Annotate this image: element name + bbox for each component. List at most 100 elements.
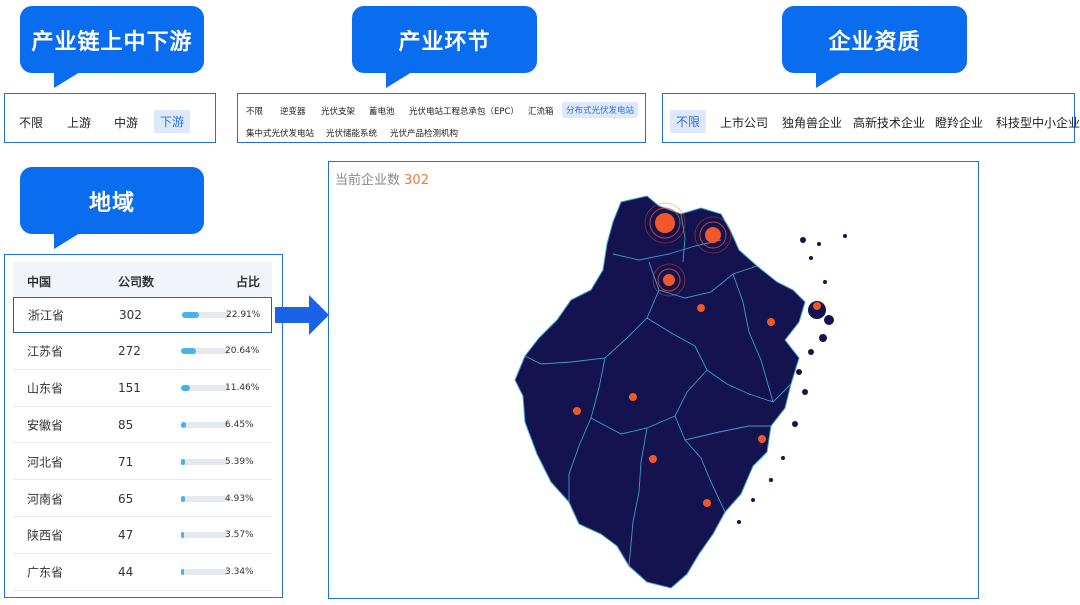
- ratio-bar: [182, 312, 230, 318]
- region-table-header: 中国 公司数 占比: [13, 262, 272, 298]
- zhejiang-map[interactable]: [329, 162, 977, 597]
- qualification-option-any[interactable]: 不限: [670, 110, 707, 133]
- company-count: 47: [118, 528, 134, 543]
- location-marker-icon: [813, 302, 821, 310]
- chain-title-bubble: 产业链上中下游: [20, 6, 204, 88]
- ratio-bar-fill: [181, 421, 186, 428]
- island: [824, 315, 834, 325]
- region-row[interactable]: 河南省 65 4.93%: [13, 481, 272, 517]
- location-marker-icon: [703, 499, 711, 507]
- ratio-percent: 22.91%: [226, 310, 261, 320]
- location-marker-icon: [758, 435, 766, 443]
- qualification-title-bubble: 企业资质: [782, 6, 967, 88]
- qualification-filter-box: 不限 上市公司 独角兽企业 高新技术企业 瞪羚企业 科技型中小企业: [662, 93, 1080, 143]
- ratio-bar: [181, 532, 229, 539]
- ratio-bar-fill: [181, 495, 185, 502]
- company-count: 71: [118, 454, 134, 469]
- ratio-percent: 11.46%: [225, 383, 260, 394]
- ratio-bar: [181, 421, 229, 428]
- region-row[interactable]: 河北省 71 5.39%: [13, 444, 272, 481]
- links-title-bubble: 产业环节: [352, 6, 537, 88]
- region-row[interactable]: 浙江省 302 22.91%: [13, 297, 272, 333]
- ratio-percent: 3.34%: [225, 567, 254, 578]
- links-option-inverter[interactable]: 逆变器: [280, 105, 306, 117]
- island: [817, 242, 821, 246]
- ratio-percent: 5.39%: [225, 456, 254, 467]
- location-marker-icon: [697, 304, 705, 312]
- chain-filter-box: 不限 上游 中游 下游: [4, 93, 216, 143]
- province-name: 广东省: [27, 565, 64, 580]
- header-country: 中国: [27, 275, 52, 289]
- region-title-bubble: 地域: [20, 167, 204, 249]
- island: [751, 498, 755, 502]
- qualification-option-gazelle[interactable]: 瞪羚企业: [935, 114, 983, 131]
- province-name: 山东省: [27, 381, 64, 396]
- ratio-bar-fill: [181, 385, 190, 392]
- location-marker-icon: [573, 407, 581, 415]
- ratio-percent: 4.93%: [225, 493, 254, 504]
- company-count: 272: [118, 344, 141, 359]
- company-count: 65: [118, 491, 134, 506]
- province-name: 河南省: [27, 492, 64, 506]
- links-option-pv-storage[interactable]: 光伏储能系统: [326, 127, 377, 139]
- island: [769, 478, 773, 482]
- ratio-bar-fill: [181, 348, 197, 355]
- island: [823, 280, 827, 284]
- links-option-pv-bracket[interactable]: 光伏支架: [321, 105, 355, 117]
- ratio-bar-fill: [181, 569, 184, 576]
- ratio-bar-fill: [181, 458, 185, 465]
- ratio-percent: 3.57%: [225, 530, 254, 541]
- qualification-option-high-tech[interactable]: 高新技术企业: [853, 114, 925, 131]
- links-filter-box: 不限 逆变器 光伏支架 蓄电池 光伏电站工程总承包（EPC） 汇流箱 分布式光伏…: [237, 93, 646, 143]
- island: [843, 234, 847, 238]
- province-name: 河北省: [27, 455, 64, 470]
- province-name: 安徽省: [27, 418, 64, 433]
- company-count: 151: [118, 381, 141, 396]
- location-marker-icon: [649, 455, 657, 463]
- island: [796, 369, 802, 375]
- ratio-bar: [181, 385, 229, 392]
- header-ratio: 占比: [236, 275, 261, 289]
- ratio-bar-fill: [181, 532, 184, 539]
- chain-option-any[interactable]: 不限: [19, 114, 43, 131]
- province-name: 江苏省: [27, 344, 64, 359]
- links-option-pv-testing[interactable]: 光伏产品检测机构: [390, 127, 458, 139]
- island: [802, 389, 808, 395]
- links-option-combiner-box[interactable]: 汇流箱: [528, 105, 554, 117]
- qualification-option-listed[interactable]: 上市公司: [720, 114, 768, 131]
- qualification-option-unicorn[interactable]: 独角兽企业: [782, 114, 842, 131]
- province-name: 陕西省: [27, 528, 64, 543]
- region-row[interactable]: 安徽省 85 6.45%: [13, 407, 272, 444]
- links-option-distributed-pv[interactable]: 分布式光伏发电站: [562, 102, 639, 118]
- region-row[interactable]: 广东省 44 3.34%: [13, 555, 272, 591]
- links-option-centralized-pv[interactable]: 集中式光伏发电站: [246, 127, 314, 139]
- region-row[interactable]: 陕西省 47 3.57%: [13, 518, 272, 554]
- island: [809, 256, 813, 260]
- ratio-bar: [181, 458, 229, 465]
- location-marker-icon: [767, 318, 775, 326]
- chain-option-upstream[interactable]: 上游: [67, 114, 91, 131]
- location-marker-icon: [663, 274, 675, 286]
- ratio-percent: 6.45%: [225, 419, 254, 430]
- region-row[interactable]: 江苏省 272 20.64%: [13, 334, 272, 370]
- island: [737, 520, 741, 524]
- qualification-option-tech-sme[interactable]: 科技型中小企业: [996, 114, 1080, 131]
- company-count: 85: [118, 417, 134, 432]
- company-count: 302: [119, 308, 142, 322]
- chain-option-midstream[interactable]: 中游: [114, 114, 138, 131]
- province-outline: [514, 195, 806, 589]
- island: [819, 334, 827, 342]
- links-option-battery[interactable]: 蓄电池: [369, 105, 395, 117]
- region-row[interactable]: 山东省 151 11.46%: [13, 371, 272, 407]
- links-option-any[interactable]: 不限: [246, 105, 263, 117]
- ratio-bar: [181, 495, 229, 502]
- location-marker-icon: [655, 213, 675, 233]
- map-panel: 当前企业数 302: [328, 161, 979, 599]
- ratio-bar-fill: [182, 312, 199, 318]
- ratio-bar: [181, 348, 229, 355]
- chain-option-downstream[interactable]: 下游: [154, 110, 191, 133]
- links-option-epc[interactable]: 光伏电站工程总承包（EPC）: [409, 105, 519, 117]
- location-marker-icon: [629, 393, 637, 401]
- island: [781, 456, 785, 460]
- arrow-right-icon: [275, 295, 329, 335]
